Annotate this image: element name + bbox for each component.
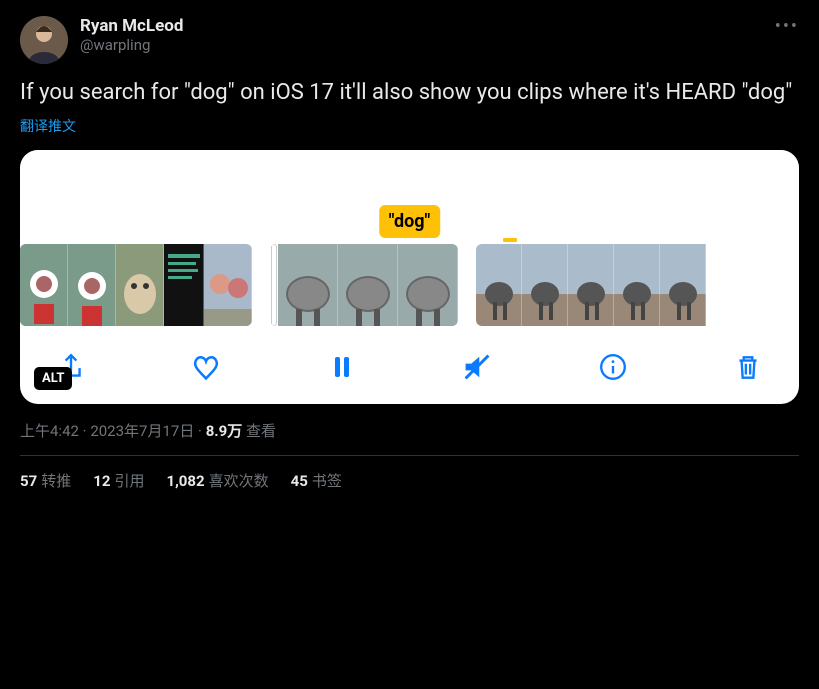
caption-badge: "dog" xyxy=(379,205,441,238)
media-preview-top: "dog" xyxy=(20,150,799,240)
avatar[interactable] xyxy=(20,16,68,64)
views-label: 查看 xyxy=(242,422,276,440)
user-handle: @warpling xyxy=(80,36,183,54)
mute-icon[interactable] xyxy=(460,350,494,384)
more-icon[interactable]: ••• xyxy=(775,16,799,37)
quotes-stat[interactable]: 12引用 xyxy=(93,470,144,491)
clip-group-2[interactable] xyxy=(270,244,458,326)
user-info[interactable]: Ryan McLeod @warpling xyxy=(80,16,183,54)
trash-icon[interactable] xyxy=(731,350,765,384)
heart-icon[interactable] xyxy=(189,350,223,384)
alt-badge[interactable]: ALT xyxy=(34,367,72,390)
playhead[interactable] xyxy=(271,244,277,326)
divider xyxy=(20,455,799,456)
tweet-stats: 57转推 12引用 1,082喜欢次数 45书签 xyxy=(20,470,799,491)
tweet-header: Ryan McLeod @warpling ••• xyxy=(20,16,799,64)
retweets-stat[interactable]: 57转推 xyxy=(20,470,71,491)
tweet-time: 上午4:42 xyxy=(20,422,79,440)
video-timeline[interactable] xyxy=(20,240,799,332)
clip-group-1[interactable] xyxy=(20,244,252,326)
likes-stat[interactable]: 1,082喜欢次数 xyxy=(166,470,268,491)
views-count: 8.9万 xyxy=(206,422,243,440)
tweet-meta[interactable]: 上午4:42 · 2023年7月17日 · 8.9万 查看 xyxy=(20,420,799,441)
tweet-text: If you search for "dog" on iOS 17 it'll … xyxy=(20,78,799,108)
tweet-date: 2023年7月17日 xyxy=(90,422,194,440)
bookmarks-stat[interactable]: 45书签 xyxy=(291,470,342,491)
clip-group-3[interactable] xyxy=(476,244,799,326)
pause-icon[interactable] xyxy=(325,350,359,384)
translate-link[interactable]: 翻译推文 xyxy=(20,116,76,136)
caption-tick xyxy=(503,238,517,242)
display-name: Ryan McLeod xyxy=(80,16,183,36)
info-icon[interactable] xyxy=(596,350,630,384)
media-controls xyxy=(20,332,799,394)
tweet-container: Ryan McLeod @warpling ••• If you search … xyxy=(0,0,819,507)
media-card[interactable]: "dog" xyxy=(20,150,799,404)
